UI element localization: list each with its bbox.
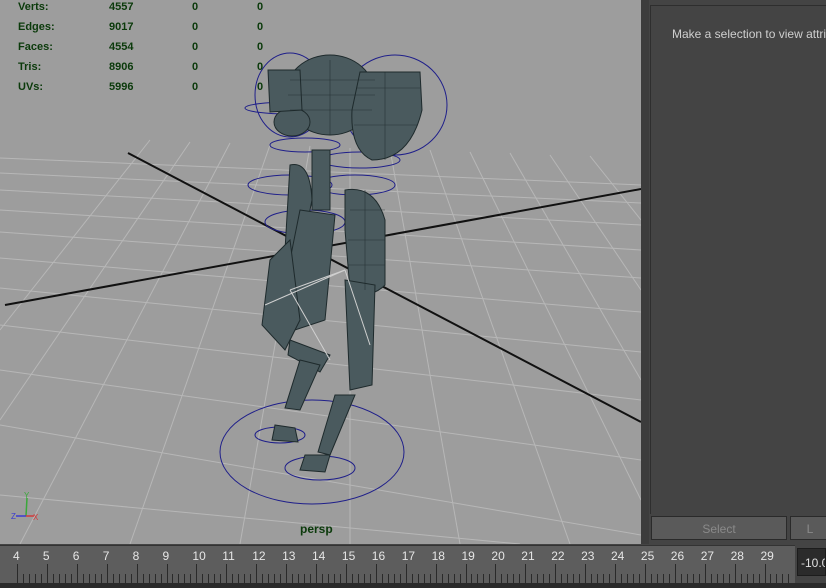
timeline-frame-label: 27 — [700, 549, 715, 563]
timeline-frame-label: 6 — [72, 549, 80, 563]
timeline-frame-label: 26 — [670, 549, 685, 563]
axis-x-label: X — [33, 513, 39, 522]
timeline-tick — [17, 564, 18, 584]
timeline-tick — [734, 564, 736, 584]
timeline-frame-label: 24 — [611, 549, 625, 563]
hud-value: 0 — [192, 81, 199, 93]
attribute-editor-message: Make a selection to view attributes — [672, 27, 826, 41]
timeline-frame-label: 12 — [252, 549, 266, 563]
timeline-frame-label: 23 — [581, 549, 595, 563]
timeline-tick — [764, 564, 766, 584]
timeline-frame-label: 18 — [431, 549, 445, 563]
character-mesh — [261, 54, 423, 473]
hud-row-verts: Verts: 4557 0 0 — [18, 0, 298, 20]
hud-value: 0 — [192, 41, 199, 53]
timeline-tick — [405, 564, 407, 584]
timeline-tick — [76, 564, 78, 584]
timeline-tick — [465, 564, 467, 584]
hud-value: 0 — [257, 41, 264, 53]
timeline-tick — [525, 564, 527, 584]
range-slider-strip — [0, 583, 826, 588]
timeline-tick — [495, 564, 497, 584]
timeline-frame-label: 4 — [13, 549, 20, 563]
hud-value: 0 — [257, 1, 264, 13]
current-time-field[interactable]: -10.00 — [797, 548, 826, 576]
poly-count-hud: Verts: 4557 0 0 Edges: 9017 0 0 Faces: 4… — [18, 0, 298, 100]
axis-z-label: Z — [11, 512, 16, 521]
timeline-frame-label: 20 — [491, 549, 505, 563]
camera-label: persp — [300, 522, 333, 536]
timeline-frame-label: 11 — [222, 549, 235, 563]
timeline-frame-label: 28 — [730, 549, 744, 563]
timeline-tick — [704, 564, 706, 584]
hud-value: 9017 — [109, 21, 134, 33]
attribute-editor-panel: Make a selection to view attributes — [650, 5, 826, 514]
timeline-tick — [316, 564, 317, 584]
timeline-frame-label: 15 — [341, 549, 356, 563]
timeline-tick — [615, 564, 616, 584]
hud-label: Tris: — [18, 61, 42, 73]
timeline-tick — [674, 564, 676, 584]
hud-label: Verts: — [18, 1, 49, 13]
timeline-frame-label: 7 — [102, 549, 110, 563]
timeline-tick — [375, 564, 377, 584]
time-slider[interactable]: 4 5 6 7 8 9 10 11 12 13 14 15 16 17 18 19 20 21 22 23 24 25 26… — [0, 545, 795, 584]
timeline-frame-label: 21 — [521, 549, 535, 563]
timeline-tick — [106, 564, 108, 584]
timeline-tick — [226, 564, 228, 584]
timeline-frame-label: 13 — [282, 549, 296, 563]
hud-value: 0 — [257, 61, 264, 73]
timeline-tick — [555, 564, 557, 584]
hud-value: 4554 — [109, 41, 134, 53]
load-attributes-button[interactable]: L — [790, 516, 826, 540]
hud-row-faces: Faces: 4554 0 0 — [18, 40, 298, 60]
hud-label: Faces: — [18, 41, 53, 53]
timeline-frame-label: 19 — [461, 549, 475, 563]
timeline-tick — [46, 564, 48, 584]
hud-value: 8906 — [109, 61, 134, 73]
timeline-tick — [286, 564, 288, 584]
timeline-frame-label: 5 — [42, 549, 50, 563]
timeline-frame-label: 8 — [132, 549, 140, 563]
hud-value: 0 — [192, 61, 199, 73]
timeline-tick — [435, 564, 437, 584]
hud-row-tris: Tris: 8906 0 0 — [18, 60, 298, 80]
timeline-frame-label: 10 — [192, 549, 206, 563]
hud-row-uvs: UVs: 5996 0 0 — [18, 80, 298, 100]
timeline-tick — [136, 564, 138, 584]
timeline-tick — [644, 564, 646, 584]
view-axis-icon: Y Z X — [11, 491, 39, 522]
panel-splitter[interactable] — [641, 0, 649, 544]
timeline-tick — [256, 564, 258, 584]
timeline-tick — [196, 564, 198, 584]
timeline-tick — [345, 564, 347, 584]
timeline-frame-label: 16 — [371, 549, 386, 563]
timeline-frame-label: 14 — [312, 549, 326, 563]
timeline-tick — [166, 564, 168, 584]
hud-value: 5996 — [109, 81, 134, 93]
hud-row-edges: Edges: 9017 0 0 — [18, 20, 298, 40]
timeline-tick — [585, 564, 587, 584]
select-button[interactable]: Select — [651, 516, 787, 540]
hud-label: UVs: — [18, 81, 44, 93]
perspective-viewport[interactable]: Verts: 4557 0 0 Edges: 9017 0 0 Faces: 4… — [0, 0, 641, 544]
axis-y-label: Y — [24, 491, 30, 500]
timeline-frame-label: 29 — [760, 549, 774, 563]
timeline-frame-label: 9 — [162, 549, 170, 563]
timeline-frame-label: 22 — [551, 549, 565, 563]
timeline-frame-label: 17 — [401, 549, 416, 563]
timeline-frame-label: 25 — [640, 549, 655, 563]
hud-value: 0 — [257, 21, 264, 33]
hud-value: 0 — [192, 21, 199, 33]
hud-value: 4557 — [109, 1, 134, 13]
hud-label: Edges: — [18, 21, 55, 33]
hud-value: 0 — [192, 1, 199, 13]
hud-value: 0 — [257, 81, 264, 93]
